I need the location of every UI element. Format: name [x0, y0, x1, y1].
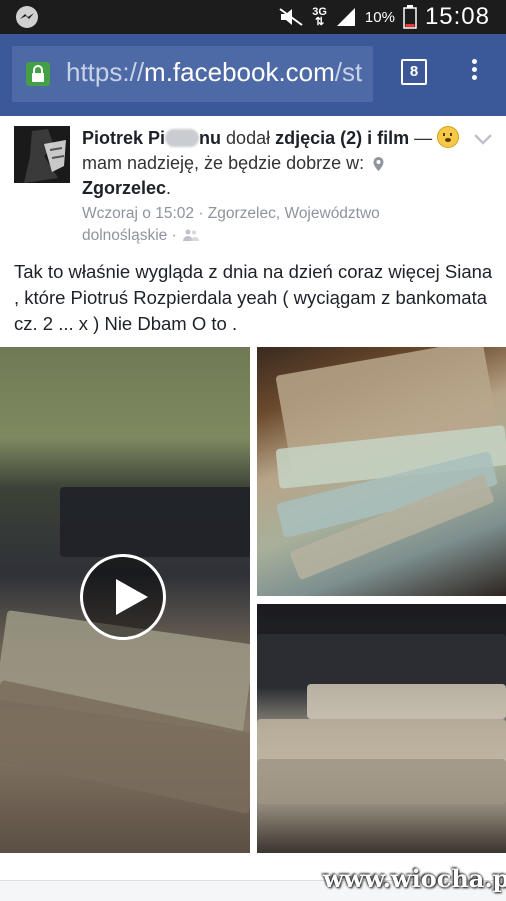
action-text: dodał: [226, 128, 271, 148]
author-name[interactable]: Piotrek Pi nu: [82, 128, 221, 148]
blurred-name-part: [165, 129, 200, 147]
photo-banknotes-fan[interactable]: [257, 347, 506, 596]
status-bar: 3G ⇅ 10% 15:08: [0, 0, 506, 34]
browser-toolbar: https://m.facebook.com/st 8: [0, 34, 506, 116]
location-pin-icon: [373, 157, 384, 171]
feeling-text: mam nadzieję, że będzie dobrze w:: [82, 153, 365, 173]
post-meta: Wczoraj o 15:02 · Zgorzelec, Województwo…: [82, 205, 380, 244]
menu-icon[interactable]: [468, 56, 480, 86]
post-card: Piotrek Pi nu dodał zdjęcia (2) i film — …: [0, 116, 506, 901]
battery-icon: [403, 5, 417, 29]
avatar[interactable]: [14, 126, 70, 183]
messenger-icon: [16, 6, 38, 28]
lock-icon: [26, 62, 50, 86]
clock: 15:08: [424, 3, 490, 30]
tab-switcher-button[interactable]: 8: [401, 59, 427, 85]
battery-percent: 10%: [364, 8, 395, 26]
feeling-emoji-icon: [437, 126, 460, 148]
post-text: Tak to właśnie wygląda z dnia na dzień c…: [14, 261, 493, 334]
place-link[interactable]: Zgorzelec: [82, 178, 166, 198]
video-thumbnail[interactable]: [0, 347, 250, 853]
attachments-link[interactable]: zdjęcia (2) i film: [275, 128, 409, 148]
chevron-down-icon[interactable]: [473, 132, 493, 146]
post-header: Piotrek Pi nu dodał zdjęcia (2) i film — …: [82, 126, 470, 201]
address-bar[interactable]: https://m.facebook.com/st: [12, 46, 373, 102]
post-timestamp[interactable]: Wczoraj o 15:02: [82, 205, 194, 222]
photo-banknotes-stack[interactable]: [257, 604, 506, 853]
watermark: www.wiocha.pl: [323, 864, 506, 893]
url-text: https://m.facebook.com/st: [66, 57, 363, 87]
play-icon[interactable]: [80, 554, 166, 640]
signal-icon: [336, 8, 355, 26]
network-indicator: 3G ⇅: [312, 6, 327, 28]
avatar-image: [14, 126, 70, 183]
dash: —: [414, 128, 433, 148]
audience-friends-icon: [183, 229, 200, 241]
mute-icon: [279, 8, 303, 26]
